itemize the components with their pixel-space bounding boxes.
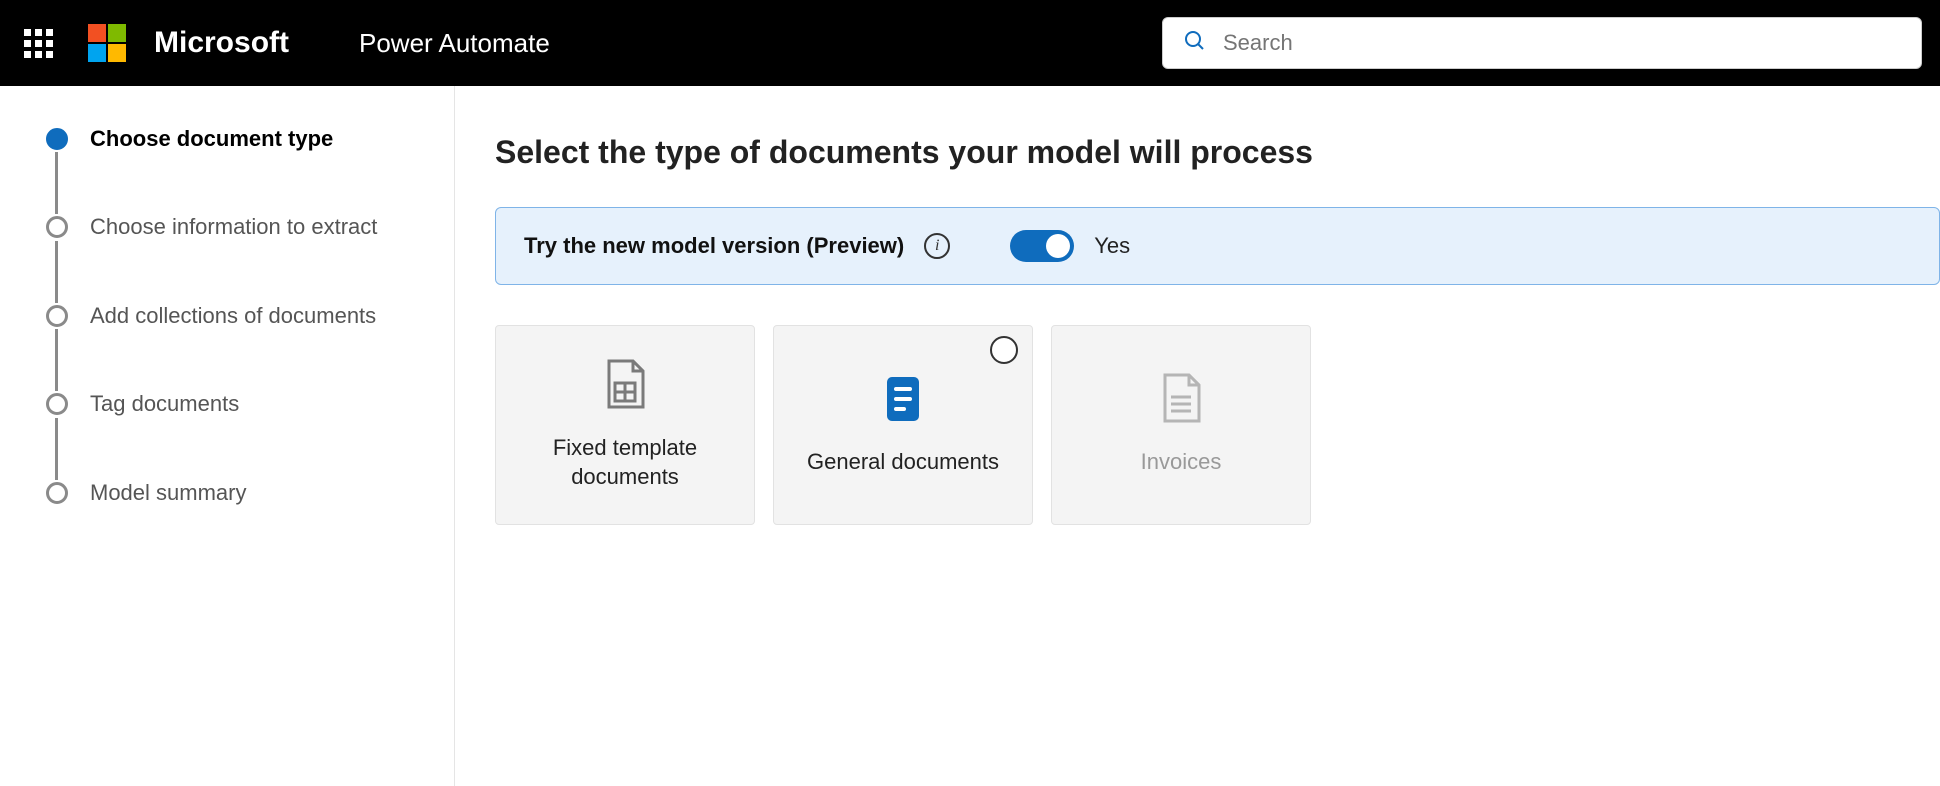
- step-label: Tag documents: [90, 391, 239, 417]
- microsoft-logo-icon: [88, 24, 126, 62]
- step-dot-icon: [46, 216, 68, 238]
- step-dot-icon: [46, 482, 68, 504]
- card-radio-icon: [990, 336, 1018, 364]
- step-connector: [55, 241, 58, 303]
- card-invoices[interactable]: Invoices: [1051, 325, 1311, 525]
- step-dot-icon: [46, 393, 68, 415]
- step-label: Model summary: [90, 480, 246, 506]
- card-label: General documents: [789, 448, 1017, 477]
- top-header: Microsoft Power Automate: [0, 0, 1940, 86]
- app-launcher-icon[interactable]: [18, 23, 58, 63]
- step-connector: [55, 329, 58, 391]
- main-panel: Select the type of documents your model …: [455, 86, 1940, 786]
- step-dot-icon: [46, 128, 68, 150]
- step-dot-icon: [46, 305, 68, 327]
- search-icon: [1183, 29, 1207, 58]
- step-choose-information[interactable]: Choose information to extract: [46, 214, 424, 240]
- card-label: Fixed template documents: [496, 434, 754, 491]
- step-model-summary[interactable]: Model summary: [46, 480, 424, 506]
- page-title: Select the type of documents your model …: [495, 134, 1940, 171]
- step-connector: [55, 418, 58, 480]
- search-input[interactable]: [1223, 30, 1901, 56]
- card-label: Invoices: [1123, 448, 1240, 477]
- wizard-steps: Choose document type Choose information …: [46, 126, 424, 506]
- template-doc-icon: [603, 359, 647, 416]
- step-connector: [55, 152, 58, 214]
- invoice-doc-icon: [1159, 373, 1203, 430]
- step-label: Choose information to extract: [90, 214, 377, 240]
- wizard-sidebar: Choose document type Choose information …: [0, 86, 455, 786]
- toggle-knob-icon: [1046, 234, 1070, 258]
- card-fixed-template[interactable]: Fixed template documents: [495, 325, 755, 525]
- info-icon[interactable]: i: [924, 233, 950, 259]
- product-name: Power Automate: [359, 28, 550, 59]
- search-box[interactable]: [1162, 17, 1922, 69]
- general-doc-icon: [881, 373, 925, 430]
- step-choose-document-type[interactable]: Choose document type: [46, 126, 424, 152]
- card-general-documents[interactable]: General documents: [773, 325, 1033, 525]
- preview-banner: Try the new model version (Preview) i Ye…: [495, 207, 1940, 285]
- step-label: Add collections of documents: [90, 303, 376, 329]
- brand-name: Microsoft: [154, 26, 289, 60]
- preview-toggle-label: Yes: [1094, 233, 1130, 259]
- document-type-cards: Fixed template documents General documen…: [495, 325, 1940, 525]
- step-tag-documents[interactable]: Tag documents: [46, 391, 424, 417]
- preview-toggle[interactable]: [1010, 230, 1074, 262]
- step-add-collections[interactable]: Add collections of documents: [46, 303, 424, 329]
- preview-banner-text: Try the new model version (Preview): [524, 233, 904, 259]
- step-label: Choose document type: [90, 126, 333, 152]
